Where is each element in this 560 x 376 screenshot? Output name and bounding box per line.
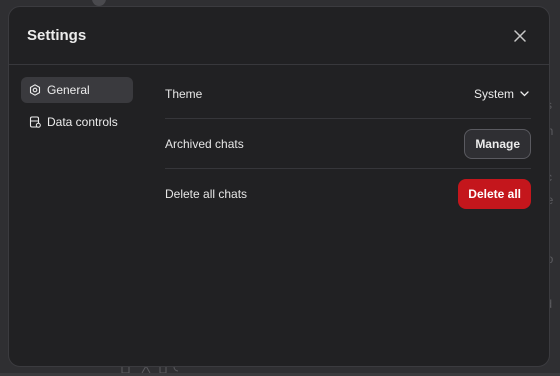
close-icon (514, 30, 526, 42)
sidebar-item-data-controls[interactable]: Data controls (21, 109, 133, 135)
manage-button[interactable]: Manage (464, 129, 531, 159)
database-icon (29, 116, 41, 128)
close-button[interactable] (509, 25, 531, 47)
gear-icon (29, 84, 41, 96)
theme-value: System (474, 87, 514, 101)
archived-chats-label: Archived chats (165, 137, 244, 151)
settings-sidebar: General Data controls (21, 77, 133, 141)
archived-chats-row: Archived chats Manage (165, 119, 531, 169)
delete-chats-label: Delete all chats (165, 187, 247, 201)
theme-label: Theme (165, 87, 202, 101)
sidebar-item-label: General (47, 83, 90, 97)
settings-modal: Settings General Data controls Theme (8, 6, 550, 367)
delete-chats-row: Delete all chats Delete all (165, 169, 531, 219)
theme-select[interactable]: System (474, 87, 531, 101)
chevron-down-icon (520, 91, 529, 97)
sidebar-item-label: Data controls (47, 115, 118, 129)
sidebar-item-general[interactable]: General (21, 77, 133, 103)
modal-title: Settings (27, 27, 86, 44)
modal-header: Settings (9, 7, 549, 65)
settings-content: Theme System Archived chats Manage Delet… (165, 69, 531, 219)
theme-row: Theme System (165, 69, 531, 119)
delete-all-button[interactable]: Delete all (458, 179, 531, 209)
